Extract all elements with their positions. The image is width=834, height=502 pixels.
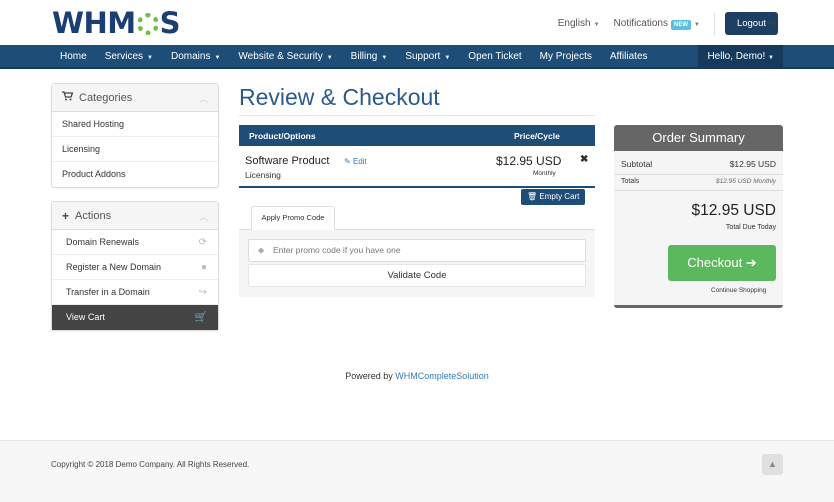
subtotal-label: Subtotal [621, 159, 653, 169]
subtotal-row: Subtotal $12.95 USD [614, 153, 783, 175]
tab-apply-promo[interactable]: Apply Promo Code [251, 206, 335, 230]
cart-icon [62, 91, 74, 104]
logo-text-end: S [159, 6, 181, 40]
checkout-button[interactable]: Checkout ➔ [668, 245, 776, 281]
totals-row: Totals $12.95 USD Monthly [614, 175, 783, 191]
user-menu[interactable]: Hello, Demo! ▼ [698, 45, 783, 69]
caret-down-icon: ▼ [693, 22, 700, 28]
nav-item-services[interactable]: Services ▼ [96, 45, 162, 69]
caret-down-icon: ▼ [326, 55, 333, 61]
cart-item-row: Software Product ✎ Edit Licensing $12.95… [239, 146, 595, 188]
caret-down-icon: ▼ [214, 55, 221, 61]
categories-header[interactable]: Categories ︿ [52, 84, 218, 112]
sign-out-icon[interactable]: ⇥ [766, 16, 776, 30]
product-price: $12.95 USD [496, 154, 562, 168]
nav-item-home[interactable]: Home [51, 45, 96, 69]
nav-item-my-projects[interactable]: My Projects [531, 45, 601, 69]
sidebar-item-shared-hosting[interactable]: Shared Hosting [52, 112, 218, 137]
copyright: Copyright © 2018 Demo Company. All Right… [51, 460, 250, 469]
nav-item-website-security[interactable]: Website & Security ▼ [229, 45, 341, 69]
nav-item-domains[interactable]: Domains ▼ [162, 45, 229, 69]
pencil-icon: ✎ [344, 157, 351, 166]
promo-code-input[interactable]: ⬥ Enter promo code if you have one [248, 239, 586, 262]
tag-icon: ⬥ [258, 245, 265, 255]
chevron-up-icon[interactable]: ︿ [199, 210, 208, 223]
nav-item-open-ticket[interactable]: Open Ticket [459, 45, 530, 69]
chevron-up-icon[interactable]: ︿ [199, 92, 208, 105]
actions-panel: + Actions ︿ Domain Renewals ⟳ Register a N… [51, 201, 219, 331]
empty-cart-button[interactable]: 🗑 Empty Cart [521, 189, 586, 205]
top-nav: English ▼ Notifications NEW ▼ Logout [558, 12, 778, 35]
continue-shopping-link[interactable]: Continue Shopping [711, 287, 766, 294]
top-header: WHM S English ▼ Notifications NEW ▼ Logout ⇥ [0, 0, 834, 45]
caret-down-icon: ▼ [444, 55, 451, 61]
sidebar-item-view-cart[interactable]: View Cart 🛒 [52, 305, 218, 330]
new-badge: NEW [670, 20, 691, 30]
plus-icon: + [62, 208, 70, 223]
main-navigation: Home Services ▼ Domains ▼ Website & Security ▼… [0, 45, 834, 69]
product-group: Licensing [245, 170, 281, 180]
divider [713, 12, 715, 35]
subtotal-value: $12.95 USD [729, 159, 776, 169]
brand-logo[interactable]: WHM S [52, 6, 181, 40]
arrow-right-icon: ➔ [745, 255, 757, 270]
nav-item-support[interactable]: Support ▼ [396, 45, 459, 69]
sidebar-item-domain-renewals[interactable]: Domain Renewals ⟳ [52, 230, 218, 255]
powered-by: Powered by WHMCompleteSolution [345, 371, 489, 381]
notifications-menu[interactable]: Notifications NEW ▼ [614, 18, 700, 30]
total-due-label: Total Due Today [725, 224, 776, 231]
gear-icon [136, 13, 159, 35]
sidebar-item-licensing[interactable]: Licensing [52, 137, 218, 162]
caret-down-icon: ▼ [768, 55, 774, 61]
categories-panel: Categories ︿ Shared Hosting Licensing Prod… [51, 83, 219, 188]
sidebar-item-product-addons[interactable]: Product Addons [52, 162, 218, 187]
remove-item-icon[interactable]: ✖ [580, 154, 588, 165]
logo-text-start: WHM [52, 6, 136, 40]
divider [239, 115, 595, 116]
column-price: Price/Cycle [514, 131, 560, 141]
page-title: Review & Checkout [239, 84, 440, 110]
caret-down-icon: ▼ [381, 55, 388, 61]
back-to-top-button[interactable]: ▲ [762, 454, 783, 475]
whmcs-link[interactable]: WHMCompleteSolution [395, 371, 489, 381]
footer: Copyright © 2018 Demo Company. All Right… [0, 440, 834, 502]
order-summary: Order Summary Subtotal $12.95 USD Totals… [614, 125, 783, 308]
refresh-icon: ⟳ [198, 237, 207, 248]
sidebar-item-transfer-in-a-domain[interactable]: Transfer in a Domain ↪ [52, 280, 218, 305]
share-icon: ↪ [198, 287, 207, 298]
nav-item-billing[interactable]: Billing ▼ [342, 45, 397, 69]
language-selector[interactable]: English ▼ [558, 18, 600, 29]
total-due-amount: $12.95 USD [691, 202, 776, 219]
totals-value: $12.95 USD Monthly [716, 178, 776, 185]
validate-code-button[interactable]: Validate Code [248, 264, 586, 287]
actions-header[interactable]: + Actions ︿ [52, 202, 218, 230]
product-name: Software Product [245, 155, 330, 167]
sidebar-item-register-a-new-domain[interactable]: Register a New Domain ● [52, 255, 218, 280]
panel-title: Actions [75, 209, 112, 222]
trash-icon: 🗑 [527, 192, 538, 201]
summary-title: Order Summary [614, 125, 783, 151]
globe-icon: ● [200, 262, 207, 273]
edit-link[interactable]: ✎ Edit [344, 157, 367, 166]
nav-item-affiliates[interactable]: Affiliates [601, 45, 657, 69]
caret-down-icon: ▼ [147, 55, 153, 61]
chevron-up-icon: ▲ [768, 459, 777, 469]
cart-table-header: Product/Options Price/Cycle [239, 125, 595, 146]
column-product: Product/Options [249, 131, 316, 141]
billing-cycle: Monthly [533, 170, 556, 177]
caret-down-icon: ▼ [593, 22, 600, 28]
cart-icon: 🛒 [194, 312, 207, 323]
totals-label: Totals [621, 178, 640, 185]
panel-title: Categories [79, 91, 133, 104]
